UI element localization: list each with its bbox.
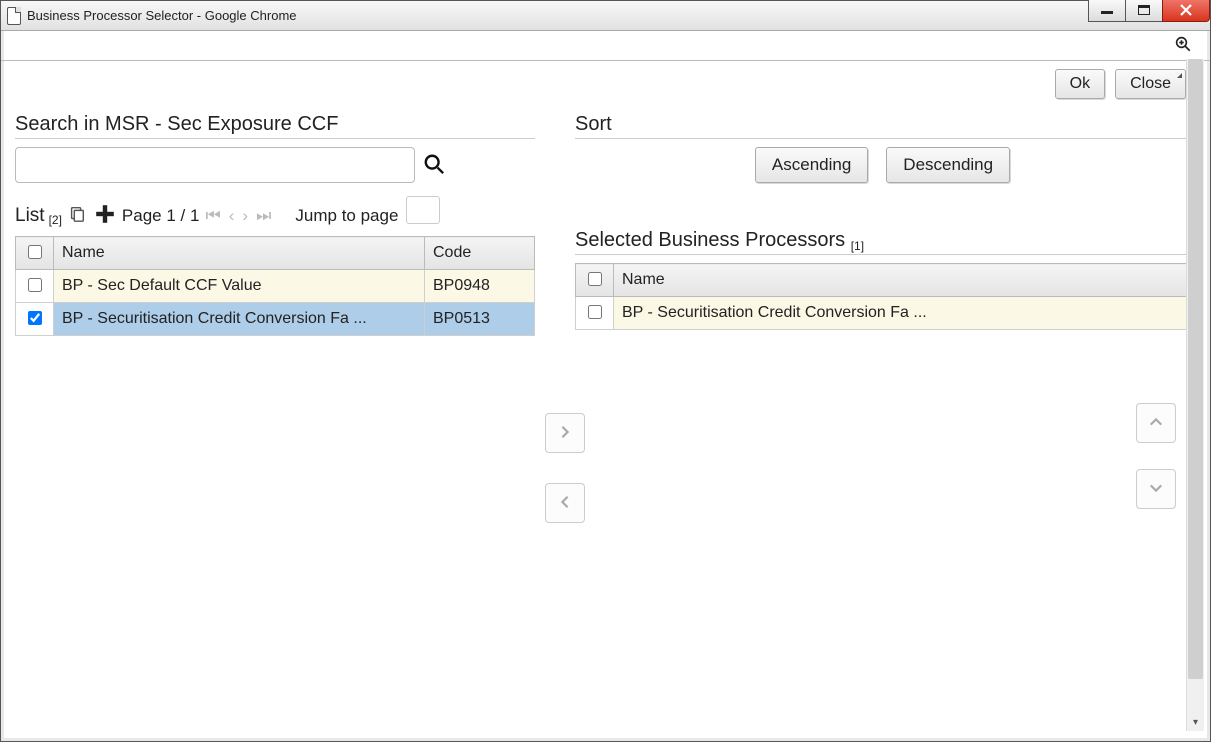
row-checkbox[interactable]	[588, 305, 602, 319]
next-page-icon[interactable]: ›	[240, 206, 250, 226]
col-name[interactable]: Name	[54, 237, 425, 270]
list-label: List	[15, 205, 45, 227]
move-down-button[interactable]	[1136, 469, 1176, 509]
selected-table: Name BP - Securitisation Credit Conversi…	[575, 263, 1190, 330]
window-frame: Business Processor Selector - Google Chr…	[0, 0, 1211, 742]
reorder-buttons	[1136, 403, 1176, 509]
list-toolbar: List [2] Page 1 / 1 ⏮ ‹ › ⏭ Jump to pa	[15, 201, 535, 230]
copy-icon	[68, 205, 86, 226]
table-row[interactable]: BP - Securitisation Credit Conversion Fa…	[16, 303, 535, 336]
move-up-button[interactable]	[1136, 403, 1176, 443]
select-all-header[interactable]	[16, 237, 54, 270]
select-all-header[interactable]	[576, 264, 614, 297]
minimize-button[interactable]	[1088, 0, 1126, 22]
add-button[interactable]	[92, 201, 118, 230]
search-row	[15, 147, 535, 183]
search-section-title: Search in MSR - Sec Exposure CCF	[15, 113, 535, 136]
prev-page-icon[interactable]: ‹	[227, 206, 237, 226]
sort-buttons: Ascending Descending	[575, 147, 1190, 183]
select-all-checkbox[interactable]	[588, 272, 602, 286]
sort-section-title: Sort	[575, 113, 1190, 136]
cell-name: BP - Securitisation Credit Conversion Fa…	[54, 303, 425, 336]
divider	[575, 138, 1190, 139]
zoom-icon[interactable]	[1174, 35, 1192, 56]
col-name[interactable]: Name	[614, 264, 1190, 297]
cell-code: BP0513	[425, 303, 535, 336]
selected-count: [1]	[851, 239, 864, 253]
divider	[15, 138, 535, 139]
window-title: Business Processor Selector - Google Chr…	[27, 8, 297, 23]
search-button[interactable]	[419, 149, 449, 182]
right-panel: Sort Ascending Descending Selected Busin…	[575, 107, 1190, 330]
left-panel: Search in MSR - Sec Exposure CCF List [2…	[15, 107, 535, 336]
transfer-buttons	[545, 413, 585, 523]
title-bar: Business Processor Selector - Google Chr…	[1, 1, 1210, 31]
selected-label: Selected Business Processors	[575, 229, 845, 251]
dialog-body: Search in MSR - Sec Exposure CCF List [2…	[1, 103, 1210, 733]
chevron-down-icon	[1149, 481, 1163, 498]
cell-name: BP - Securitisation Credit Conversion Fa…	[614, 297, 1190, 330]
jump-to-page-input[interactable]	[406, 196, 440, 224]
row-checkbox[interactable]	[28, 278, 42, 292]
maximize-button[interactable]	[1125, 0, 1163, 22]
vertical-scrollbar[interactable]: ▴ ▾	[1186, 59, 1204, 731]
ok-button[interactable]: Ok	[1055, 69, 1105, 99]
browser-top-strip	[1, 31, 1210, 61]
table-row[interactable]: BP - Securitisation Credit Conversion Fa…	[576, 297, 1190, 330]
window-close-button[interactable]	[1162, 0, 1210, 22]
chevron-right-icon	[558, 425, 572, 442]
sort-asc-button[interactable]: Ascending	[755, 147, 868, 183]
chevron-left-icon	[558, 495, 572, 512]
window-controls	[1089, 0, 1210, 22]
search-icon	[423, 163, 445, 178]
cell-code: BP0948	[425, 270, 535, 303]
table-row[interactable]: BP - Sec Default CCF Value BP0948	[16, 270, 535, 303]
jump-to-page-label: Jump to page	[295, 206, 398, 226]
dialog-action-bar: Ok Close	[1, 61, 1210, 103]
cell-name: BP - Sec Default CCF Value	[54, 270, 425, 303]
available-table: Name Code BP - Sec Default CCF Value BP0…	[15, 236, 535, 336]
chevron-up-icon	[1149, 415, 1163, 432]
selected-section-title: Selected Business Processors [1]	[575, 229, 1190, 252]
move-right-button[interactable]	[545, 413, 585, 453]
last-page-icon[interactable]: ⏭	[254, 206, 273, 226]
scroll-thumb[interactable]	[1188, 59, 1203, 679]
search-input[interactable]	[15, 147, 415, 183]
sort-desc-button[interactable]: Descending	[886, 147, 1010, 183]
col-code[interactable]: Code	[425, 237, 535, 270]
pager-text: Page 1 / 1	[122, 206, 200, 226]
scroll-down-icon[interactable]: ▾	[1187, 713, 1204, 731]
divider	[575, 254, 1190, 255]
list-count: [2]	[49, 213, 62, 227]
plus-icon	[94, 203, 116, 228]
document-icon	[7, 7, 21, 25]
copy-button[interactable]	[66, 203, 88, 228]
close-button[interactable]: Close	[1115, 69, 1186, 99]
first-page-icon[interactable]: ⏮	[203, 206, 222, 226]
select-all-checkbox[interactable]	[28, 245, 42, 259]
row-checkbox[interactable]	[28, 311, 42, 325]
move-left-button[interactable]	[545, 483, 585, 523]
